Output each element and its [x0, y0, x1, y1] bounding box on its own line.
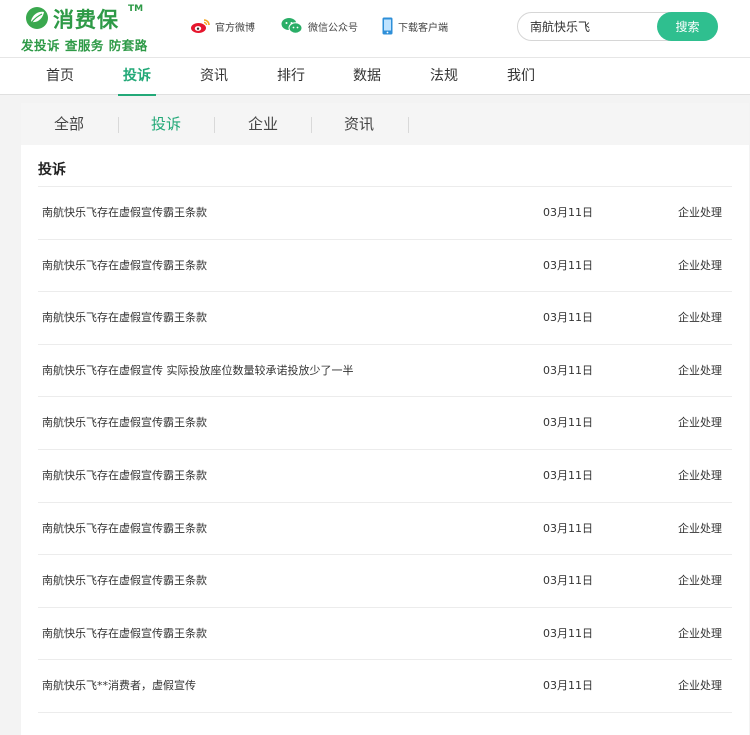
complaint-title[interactable]: 南航快乐飞存在虚假宣传霸王条款	[42, 292, 207, 344]
complaint-row[interactable]: 南航快乐飞存在虚假宣传霸王条款 03月11日 企业处理	[38, 608, 732, 661]
tab-all[interactable]: 全部	[54, 103, 84, 145]
complaint-row[interactable]: 南航快乐飞存在虚假宣传霸王条款 03月11日 企业处理	[38, 555, 732, 608]
site-header: 消费保 TM 发投诉 查服务 防套路 官方微博 微信公众号 下载客户端 南航快乐…	[0, 0, 750, 57]
complaint-date: 03月11日	[543, 258, 593, 272]
complaint-title[interactable]: 南航快乐飞存在虚假宣传霸王条款	[42, 608, 207, 660]
nav-ranking[interactable]: 排行	[277, 58, 305, 94]
complaint-row[interactable]: 南航快乐飞存在虚假宣传 实际投放座位数量较承诺投放少了一半 03月11日 企业处…	[38, 345, 732, 398]
section-title: 投诉	[38, 162, 66, 178]
complaint-status: 企业处理	[678, 363, 722, 377]
complaint-status: 企业处理	[678, 679, 722, 693]
complaint-status: 企业处理	[678, 258, 722, 272]
brand-name: 消费保	[53, 8, 119, 32]
complaint-date: 03月11日	[543, 521, 593, 535]
complaint-date: 03月11日	[543, 574, 593, 588]
complaint-status: 企业处理	[678, 206, 722, 219]
complaint-title[interactable]: 南航快乐飞**消费者，虚假宣传	[42, 660, 196, 712]
wechat-link[interactable]: 微信公众号	[281, 15, 358, 37]
complaint-title[interactable]: 南航快乐飞存在虚假宣传霸王条款	[42, 555, 207, 607]
nav-complaints[interactable]: 投诉	[118, 58, 156, 96]
complaint-title[interactable]: 南航快乐飞存在虚假宣传霸王条款	[42, 397, 207, 449]
weibo-link[interactable]: 官方微博	[190, 15, 255, 37]
complaint-row[interactable]: 南航快乐飞存在虚假宣传霸王条款 03月11日 企业处理	[38, 450, 732, 503]
weibo-link-label: 官方微博	[215, 22, 255, 34]
complaint-title[interactable]: 南航快乐飞存在虚假宣传霸王条款	[42, 503, 207, 555]
complaint-row[interactable]: 南航快乐飞存在虚假宣传霸王条款 03月11日 企业处理	[38, 187, 732, 240]
phone-icon	[382, 17, 393, 35]
complaint-row[interactable]: 南航快乐飞存在虚假宣传霸王条款 03月11日 企业处理	[38, 292, 732, 345]
complaint-date: 03月11日	[543, 311, 593, 325]
complaint-title[interactable]: 南航快乐飞存在虚假宣传霸王条款	[42, 450, 207, 502]
search-box: 搜索	[517, 12, 718, 41]
search-input[interactable]	[530, 13, 650, 40]
leaf-logo-icon	[26, 7, 48, 29]
site-logo[interactable]: 消费保 TM 发投诉 查服务 防套路	[21, 3, 151, 53]
search-button[interactable]: 搜索	[657, 12, 718, 41]
search-results-panel: 全部 投诉 企业 资讯 投诉 南航快乐飞存在虚假宣传霸王条款 03月11日 企业…	[21, 103, 749, 735]
nav-about[interactable]: 我们	[507, 58, 535, 94]
complaint-title[interactable]: 南航快乐飞存在虚假宣传霸王条款	[42, 187, 207, 239]
complaint-date: 03月11日	[543, 626, 593, 640]
complaint-date: 03月11日	[543, 363, 593, 377]
main-nav: 首页 投诉 资讯 排行 数据 法规 我们	[0, 57, 750, 96]
nav-laws[interactable]: 法规	[430, 58, 458, 94]
complaint-date: 03月11日	[543, 206, 593, 219]
download-app-link[interactable]: 下载客户端	[382, 15, 448, 37]
tab-news[interactable]: 资讯	[344, 103, 374, 145]
complaint-status: 企业处理	[678, 468, 722, 482]
complaint-date: 03月11日	[543, 416, 593, 430]
tab-companies[interactable]: 企业	[248, 103, 278, 145]
download-app-label: 下载客户端	[398, 22, 448, 34]
complaint-date: 03月11日	[543, 468, 593, 482]
tab-divider	[311, 117, 312, 133]
complaint-title[interactable]: 南航快乐飞存在虚假宣传 实际投放座位数量较承诺投放少了一半	[42, 345, 354, 397]
complaint-row[interactable]: 南航快乐飞存在虚假宣传霸王条款 03月11日 企业处理	[38, 240, 732, 293]
complaint-row[interactable]: 南航快乐飞存在虚假宣传霸王条款 03月11日 企业处理	[38, 503, 732, 556]
nav-data[interactable]: 数据	[353, 58, 381, 94]
complaint-list: 南航快乐飞存在虚假宣传霸王条款 03月11日 企业处理 南航快乐飞存在虚假宣传霸…	[38, 186, 732, 713]
complaint-row[interactable]: 南航快乐飞存在虚假宣传霸王条款 03月11日 企业处理	[38, 397, 732, 450]
result-tabs: 全部 投诉 企业 资讯	[21, 103, 749, 145]
wechat-link-label: 微信公众号	[308, 22, 358, 34]
complaint-status: 企业处理	[678, 311, 722, 325]
nav-news[interactable]: 资讯	[200, 58, 228, 94]
brand-slogan: 发投诉 查服务 防套路	[21, 38, 148, 53]
tab-divider	[408, 117, 409, 133]
trademark-mark: TM	[128, 4, 144, 14]
tab-divider	[214, 117, 215, 133]
weibo-icon	[191, 19, 210, 33]
complaint-title[interactable]: 南航快乐飞存在虚假宣传霸王条款	[42, 240, 207, 292]
complaint-row[interactable]: 南航快乐飞**消费者，虚假宣传 03月11日 企业处理	[38, 660, 732, 713]
tab-divider	[118, 117, 119, 133]
complaint-status: 企业处理	[678, 626, 722, 640]
complaint-status: 企业处理	[678, 521, 722, 535]
wechat-icon	[281, 18, 303, 34]
complaint-date: 03月11日	[543, 679, 593, 693]
complaint-status: 企业处理	[678, 574, 722, 588]
nav-home[interactable]: 首页	[46, 58, 74, 94]
complaint-status: 企业处理	[678, 416, 722, 430]
tab-complaints[interactable]: 投诉	[151, 103, 181, 145]
